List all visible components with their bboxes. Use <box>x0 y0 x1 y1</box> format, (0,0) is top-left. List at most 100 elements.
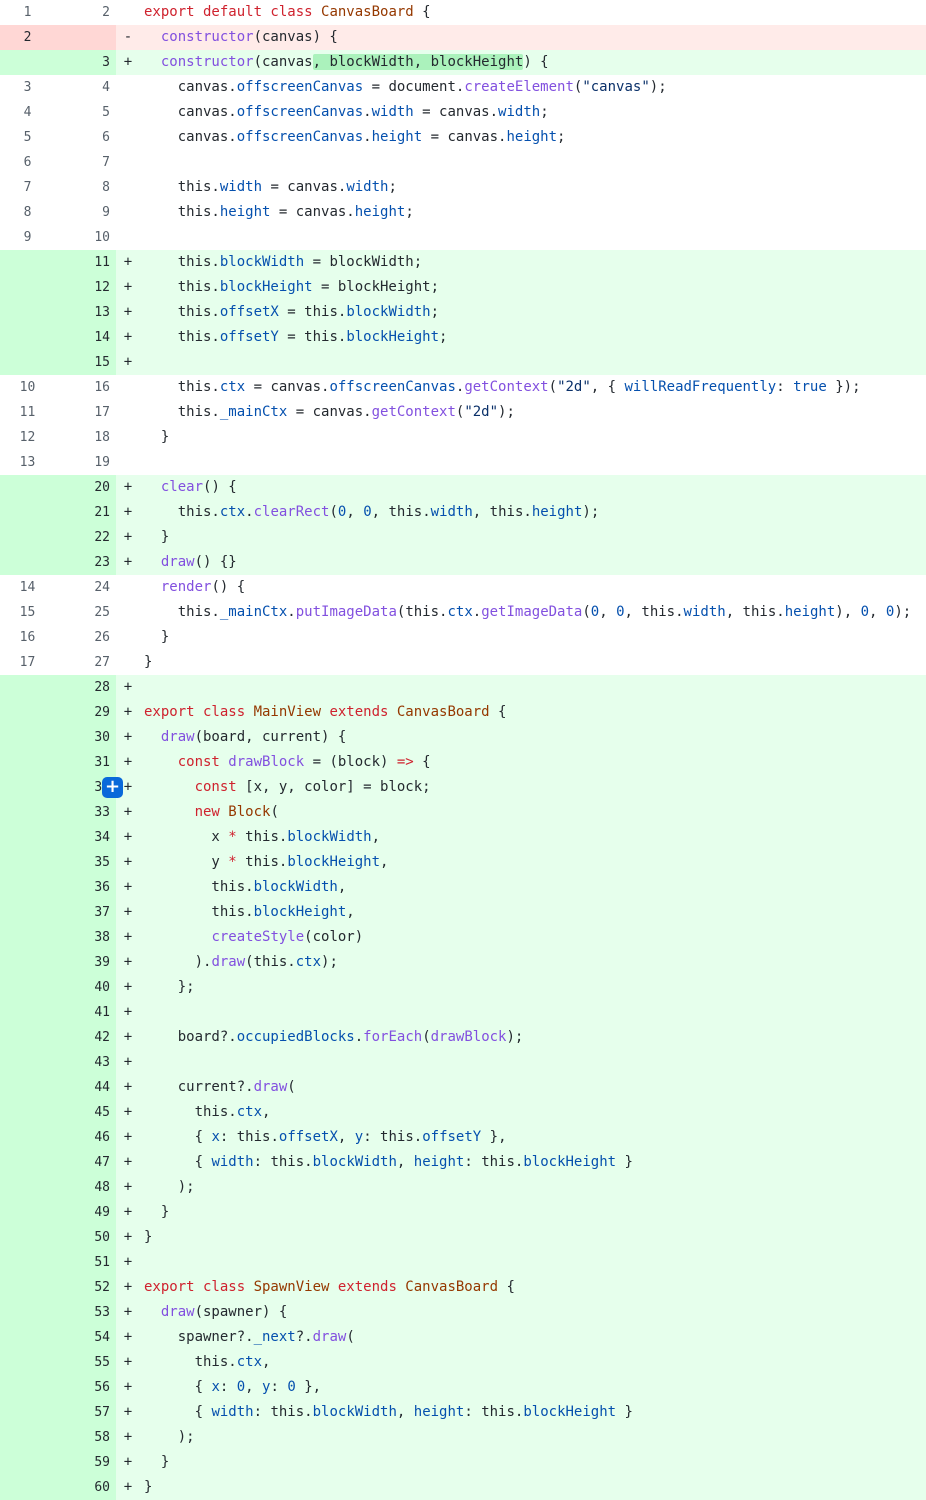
old-line-number[interactable]: 9 <box>0 225 55 250</box>
old-line-number[interactable] <box>0 550 55 575</box>
old-line-number[interactable] <box>0 1450 55 1475</box>
old-line-number[interactable] <box>0 1325 55 1350</box>
new-line-number[interactable]: 47 <box>55 1150 116 1175</box>
old-line-number[interactable] <box>0 500 55 525</box>
old-line-number[interactable] <box>0 1000 55 1025</box>
old-line-number[interactable] <box>0 250 55 275</box>
new-line-number[interactable]: 44 <box>55 1075 116 1100</box>
new-line-number[interactable]: 8 <box>55 175 116 200</box>
new-line-number[interactable]: 13 <box>55 300 116 325</box>
old-line-number[interactable] <box>0 950 55 975</box>
new-line-number[interactable]: 45 <box>55 1100 116 1125</box>
old-line-number[interactable] <box>0 350 55 375</box>
new-line-number[interactable]: 36 <box>55 875 116 900</box>
new-line-number[interactable]: 33 <box>55 800 116 825</box>
old-line-number[interactable] <box>0 1175 55 1200</box>
old-line-number[interactable] <box>0 1425 55 1450</box>
new-line-number[interactable]: 24 <box>55 575 116 600</box>
old-line-number[interactable]: 14 <box>0 575 55 600</box>
new-line-number[interactable]: 28 <box>55 675 116 700</box>
old-line-number[interactable] <box>0 1100 55 1125</box>
old-line-number[interactable] <box>0 700 55 725</box>
new-line-number[interactable]: 54 <box>55 1325 116 1350</box>
old-line-number[interactable] <box>0 1475 55 1500</box>
new-line-number[interactable]: 18 <box>55 425 116 450</box>
old-line-number[interactable]: 4 <box>0 100 55 125</box>
new-line-number[interactable]: 48 <box>55 1175 116 1200</box>
old-line-number[interactable]: 6 <box>0 150 55 175</box>
old-line-number[interactable] <box>0 1025 55 1050</box>
new-line-number[interactable]: 39 <box>55 950 116 975</box>
new-line-number[interactable]: 32+ <box>55 775 123 800</box>
new-line-number[interactable]: 22 <box>55 525 116 550</box>
old-line-number[interactable]: 15 <box>0 600 55 625</box>
new-line-number[interactable]: 34 <box>55 825 116 850</box>
old-line-number[interactable] <box>0 925 55 950</box>
new-line-number[interactable]: 17 <box>55 400 116 425</box>
new-line-number[interactable]: 60 <box>55 1475 116 1500</box>
old-line-number[interactable]: 2 <box>0 25 55 50</box>
old-line-number[interactable] <box>0 975 55 1000</box>
new-line-number[interactable]: 57 <box>55 1400 116 1425</box>
old-line-number[interactable] <box>0 475 55 500</box>
old-line-number[interactable] <box>0 1200 55 1225</box>
new-line-number[interactable]: 12 <box>55 275 116 300</box>
new-line-number[interactable]: 49 <box>55 1200 116 1225</box>
new-line-number[interactable]: 9 <box>55 200 116 225</box>
old-line-number[interactable] <box>0 1125 55 1150</box>
new-line-number[interactable]: 23 <box>55 550 116 575</box>
new-line-number[interactable]: 27 <box>55 650 116 675</box>
old-line-number[interactable] <box>0 750 55 775</box>
old-line-number[interactable] <box>0 850 55 875</box>
old-line-number[interactable] <box>0 900 55 925</box>
old-line-number[interactable] <box>0 1275 55 1300</box>
new-line-number[interactable]: 42 <box>55 1025 116 1050</box>
new-line-number[interactable]: 3 <box>55 50 116 75</box>
old-line-number[interactable]: 13 <box>0 450 55 475</box>
old-line-number[interactable]: 5 <box>0 125 55 150</box>
old-line-number[interactable] <box>0 800 55 825</box>
new-line-number[interactable]: 20 <box>55 475 116 500</box>
new-line-number[interactable]: 58 <box>55 1425 116 1450</box>
old-line-number[interactable] <box>0 1075 55 1100</box>
old-line-number[interactable] <box>0 300 55 325</box>
old-line-number[interactable]: 7 <box>0 175 55 200</box>
new-line-number[interactable]: 46 <box>55 1125 116 1150</box>
new-line-number[interactable]: 6 <box>55 125 116 150</box>
old-line-number[interactable] <box>0 1400 55 1425</box>
add-comment-button[interactable]: + <box>102 777 123 798</box>
old-line-number[interactable]: 1 <box>0 0 55 25</box>
old-line-number[interactable] <box>0 1350 55 1375</box>
new-line-number[interactable]: 56 <box>55 1375 116 1400</box>
new-line-number[interactable]: 21 <box>55 500 116 525</box>
old-line-number[interactable] <box>0 775 55 800</box>
old-line-number[interactable]: 3 <box>0 75 55 100</box>
old-line-number[interactable] <box>0 825 55 850</box>
old-line-number[interactable]: 12 <box>0 425 55 450</box>
new-line-number[interactable]: 16 <box>55 375 116 400</box>
new-line-number[interactable] <box>55 25 116 50</box>
old-line-number[interactable] <box>0 275 55 300</box>
old-line-number[interactable] <box>0 725 55 750</box>
new-line-number[interactable]: 25 <box>55 600 116 625</box>
new-line-number[interactable]: 10 <box>55 225 116 250</box>
new-line-number[interactable]: 30 <box>55 725 116 750</box>
new-line-number[interactable]: 50 <box>55 1225 116 1250</box>
old-line-number[interactable] <box>0 525 55 550</box>
new-line-number[interactable]: 31 <box>55 750 116 775</box>
old-line-number[interactable] <box>0 1375 55 1400</box>
new-line-number[interactable]: 4 <box>55 75 116 100</box>
old-line-number[interactable] <box>0 1300 55 1325</box>
old-line-number[interactable] <box>0 1050 55 1075</box>
new-line-number[interactable]: 38 <box>55 925 116 950</box>
new-line-number[interactable]: 19 <box>55 450 116 475</box>
old-line-number[interactable]: 17 <box>0 650 55 675</box>
new-line-number[interactable]: 35 <box>55 850 116 875</box>
old-line-number[interactable]: 11 <box>0 400 55 425</box>
old-line-number[interactable] <box>0 1250 55 1275</box>
old-line-number[interactable] <box>0 50 55 75</box>
old-line-number[interactable]: 10 <box>0 375 55 400</box>
new-line-number[interactable]: 55 <box>55 1350 116 1375</box>
new-line-number[interactable]: 15 <box>55 350 116 375</box>
old-line-number[interactable] <box>0 675 55 700</box>
